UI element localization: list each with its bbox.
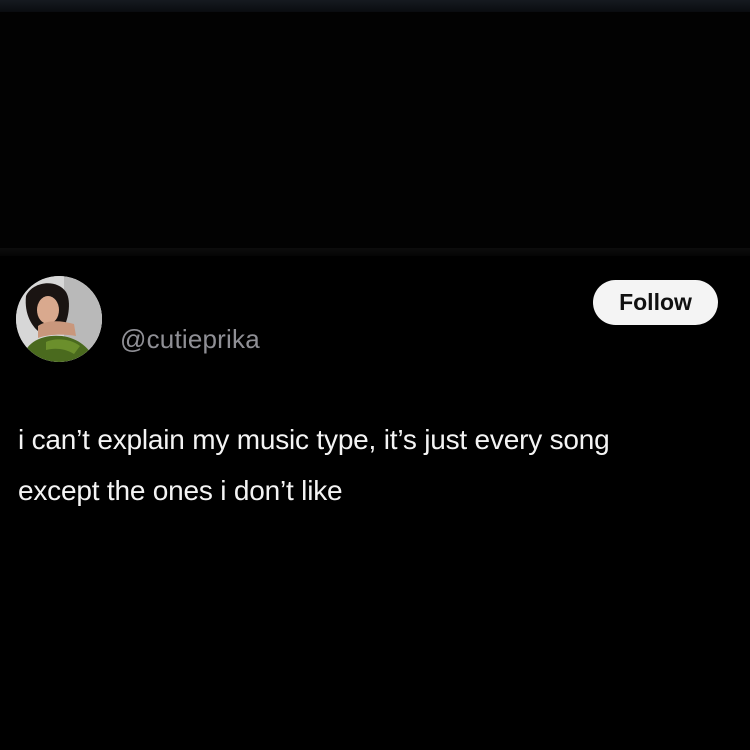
section-divider — [0, 248, 750, 256]
screenshot: @cutieprika Follow i can’t explain my mu… — [0, 0, 750, 750]
avatar[interactable] — [16, 276, 102, 362]
avatar-image — [16, 276, 102, 362]
tweet-text: i can’t explain my music type, it’s just… — [18, 414, 733, 516]
username-handle[interactable]: @cutieprika — [120, 324, 260, 355]
empty-header-area — [0, 12, 750, 248]
top-bar — [0, 0, 750, 12]
tweet-text-line-1: i can’t explain my music type, it’s just… — [18, 424, 610, 455]
tweet-card: @cutieprika Follow i can’t explain my mu… — [0, 256, 750, 750]
follow-button[interactable]: Follow — [593, 280, 718, 325]
tweet-text-line-2: except the ones i don’t like — [18, 475, 343, 506]
